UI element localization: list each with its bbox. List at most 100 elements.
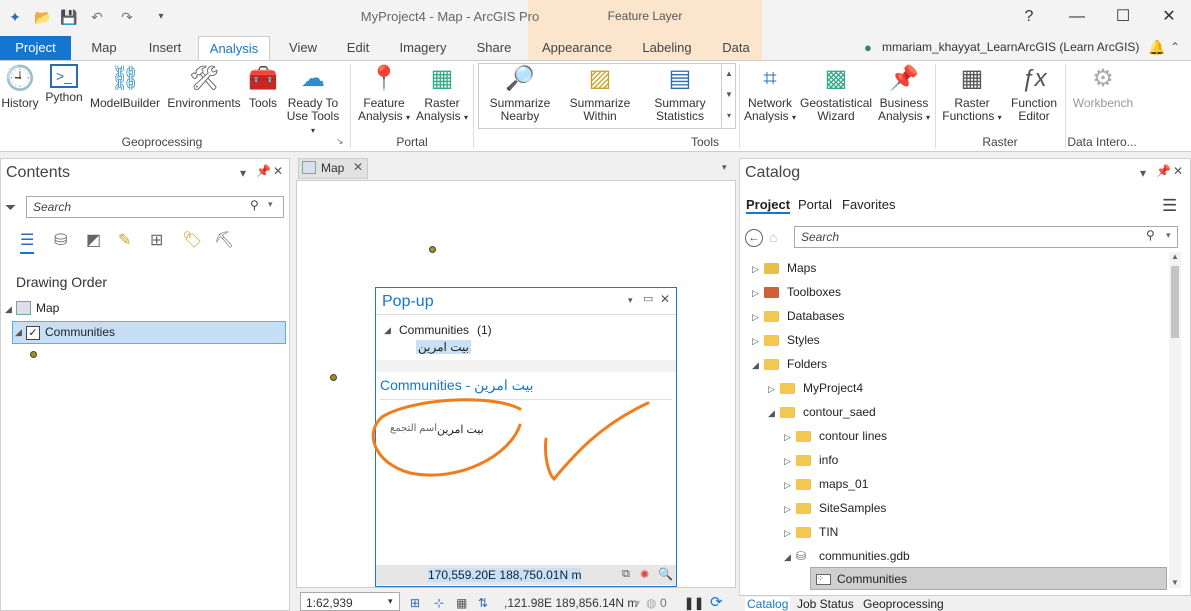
collapse-icon[interactable]: ◢ — [768, 401, 780, 425]
help-button[interactable]: ? — [1006, 6, 1052, 28]
map-collapse-icon[interactable]: ◢ — [5, 304, 12, 315]
catalog-item-contour-lines[interactable]: ▷ contour lines — [784, 424, 887, 448]
community-point[interactable] — [429, 246, 436, 253]
home-icon[interactable]: ⌂ — [769, 229, 777, 245]
expand-icon[interactable]: ▷ — [784, 473, 796, 497]
notification-icon[interactable]: 🔔 — [1148, 39, 1165, 56]
tab-project[interactable]: Project — [0, 36, 71, 60]
zoom-to-icon[interactable]: ⧉ — [622, 568, 630, 581]
popup-splitter[interactable] — [376, 360, 676, 372]
tab-appearance[interactable]: Appearance — [534, 36, 620, 60]
catalog-menu-icon[interactable]: ☰ — [1162, 196, 1177, 216]
list-by-editing-icon[interactable]: ✎ — [118, 230, 131, 250]
environments-button[interactable]: 🛠 Environments — [166, 64, 242, 124]
popup-selected-feature[interactable]: بيت امرين — [416, 340, 471, 354]
tools-button[interactable]: 🧰 Tools — [244, 64, 282, 124]
catalog-item-styles[interactable]: ▷ Styles — [752, 328, 820, 352]
popup-close-icon[interactable]: ✕ — [660, 292, 670, 306]
tab-insert[interactable]: Insert — [138, 36, 192, 60]
community-point[interactable] — [330, 374, 337, 381]
expand-icon[interactable]: ▷ — [768, 377, 780, 401]
catalog-item-communities-gdb[interactable]: ◢ ⛁ communities.gdb — [784, 544, 910, 568]
business-analysis-button[interactable]: 📌 Business Analysis ▾ — [876, 64, 932, 124]
catalog-item-communities[interactable]: ⁘ Communities — [816, 567, 907, 591]
list-by-perspective-icon[interactable]: ⛏ — [214, 230, 234, 250]
catalog-item-maps[interactable]: ▷ Maps — [752, 256, 816, 280]
popup-maximize-icon[interactable]: ▭ — [643, 292, 653, 305]
fixed-zoom-icon[interactable]: ⊹ — [434, 596, 444, 610]
popup-options-icon[interactable]: ▾ — [628, 295, 633, 306]
feature-analysis-button[interactable]: 📍 Feature Analysis ▾ — [356, 64, 412, 124]
pane-close-icon[interactable]: ✕ — [273, 164, 283, 178]
filter-icon[interactable]: ⏷ — [5, 199, 16, 216]
expand-icon[interactable]: ▷ — [752, 257, 764, 281]
scroll-up-icon[interactable]: ▲ — [1171, 252, 1179, 261]
gallery-scroll[interactable]: ▲ ▼ ▾ — [721, 63, 736, 129]
popup-coordinates[interactable]: 170,559.20E 188,750.01N m — [428, 568, 582, 582]
search-options-icon[interactable]: ▾ — [268, 199, 273, 210]
search-icon[interactable]: ⚲ — [250, 198, 259, 212]
catalog-item-maps01[interactable]: ▷ maps_01 — [784, 472, 868, 496]
catalog-item-toolboxes[interactable]: ▷ Toolboxes — [752, 280, 841, 304]
group-collapse-icon[interactable]: ◢ — [384, 325, 391, 336]
python-button[interactable]: >_ Python — [42, 64, 86, 124]
raster-functions-button[interactable]: ▦ Raster Functions ▾ — [940, 64, 1004, 124]
search-options-icon[interactable]: ▾ — [1166, 230, 1171, 241]
bottom-tab-catalog[interactable]: Catalog — [745, 597, 791, 611]
scroll-down-icon[interactable]: ▼ — [1171, 578, 1179, 587]
modelbuilder-button[interactable]: ⛓ ModelBuilder — [88, 64, 162, 124]
bottom-tab-geoprocessing[interactable]: Geoprocessing — [863, 597, 944, 611]
raster-analysis-button[interactable]: ▦ Raster Analysis ▾ — [414, 64, 470, 124]
table-icon[interactable]: ▦ — [456, 596, 467, 610]
list-by-source-icon[interactable]: ⛁ — [54, 230, 67, 250]
scrollbar-thumb[interactable] — [1171, 266, 1179, 338]
signed-in-user[interactable]: mmariam_khayyat_LearnArcGIS (Learn ArcGI… — [882, 40, 1139, 54]
minimize-button[interactable]: — — [1054, 6, 1100, 28]
catalog-tab-portal[interactable]: Portal — [798, 197, 832, 212]
tab-data[interactable]: Data — [712, 36, 760, 60]
catalog-item-contour-saed[interactable]: ◢ contour_saed — [768, 400, 876, 424]
tab-list-icon[interactable]: ▾ — [722, 162, 727, 173]
network-analysis-button[interactable]: ⌗ Network Analysis ▾ — [742, 64, 798, 124]
flash-icon[interactable]: ✺ — [640, 568, 649, 581]
pause-drawing-icon[interactable]: ❚❚ — [684, 596, 704, 610]
expand-icon[interactable]: ▷ — [784, 497, 796, 521]
pin-icon[interactable]: 📌 — [1156, 164, 1171, 178]
catalog-tab-favorites[interactable]: Favorites — [842, 197, 895, 212]
expand-icon[interactable]: ▷ — [784, 521, 796, 545]
map-tab-close-icon[interactable]: ✕ — [353, 160, 363, 174]
history-button[interactable]: 🕘 History — [0, 64, 40, 124]
catalog-search-input[interactable]: Search — [794, 226, 1178, 248]
list-by-selection-icon[interactable]: ◩ — [86, 230, 101, 250]
ready-to-use-tools-button[interactable]: ☁ Ready To Use Tools ▾ — [284, 64, 342, 135]
catalog-item-databases[interactable]: ▷ Databases — [752, 304, 844, 328]
tab-map[interactable]: Map — [80, 36, 128, 60]
tab-analysis[interactable]: Analysis — [198, 36, 270, 61]
catalog-item-tin[interactable]: ▷ TIN — [784, 520, 838, 544]
pane-close-icon[interactable]: ✕ — [1173, 164, 1183, 178]
tab-labeling[interactable]: Labeling — [632, 36, 702, 60]
layer-visibility-checkbox[interactable]: ✓ — [26, 326, 40, 340]
geostatistical-wizard-button[interactable]: ▩ Geostatistical Wizard — [800, 64, 872, 124]
function-editor-button[interactable]: ƒx Function Editor — [1006, 64, 1062, 124]
ribbon-collapse-icon[interactable]: ⌃ — [1170, 40, 1180, 54]
coord-dropdown-icon[interactable]: ▾ — [634, 596, 640, 610]
workbench-button[interactable]: ⚙ Workbench — [1070, 64, 1136, 124]
layer-collapse-icon[interactable]: ◢ — [15, 327, 22, 338]
dialog-launcher-icon[interactable]: ↘ — [336, 136, 344, 147]
list-by-drawing-order-icon[interactable]: ☰ — [20, 230, 35, 254]
pane-options-icon[interactable]: ▾ — [240, 166, 246, 180]
summarize-nearby-button[interactable]: 🔎 Summarize Nearby — [484, 64, 556, 124]
search-icon[interactable]: ⚲ — [1146, 228, 1155, 242]
summarize-within-button[interactable]: ▨ Summarize Within — [562, 64, 638, 124]
tab-edit[interactable]: Edit — [336, 36, 380, 60]
catalog-tab-project[interactable]: Project — [746, 197, 791, 214]
pan-to-icon[interactable]: 🔍 — [658, 567, 673, 581]
communities-layer-label[interactable]: Communities — [45, 325, 115, 339]
point-symbol-icon[interactable] — [30, 351, 37, 358]
expand-icon[interactable]: ▷ — [752, 305, 764, 329]
contents-search-input[interactable]: Search — [26, 196, 284, 218]
pin-icon[interactable]: 📌 — [256, 164, 271, 178]
bottom-tab-job-status[interactable]: Job Status — [797, 597, 854, 611]
pane-options-icon[interactable]: ▾ — [1140, 166, 1146, 180]
